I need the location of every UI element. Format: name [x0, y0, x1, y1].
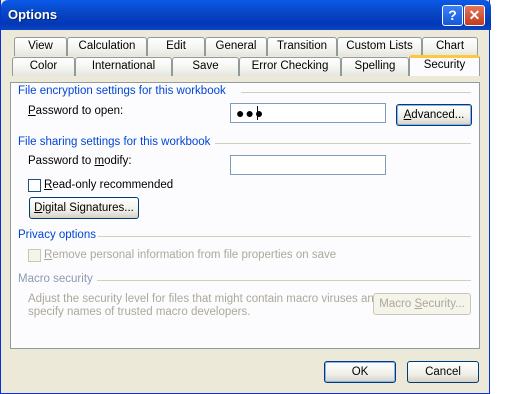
text-caret [257, 106, 258, 120]
tab-spelling[interactable]: Spelling [341, 57, 409, 76]
tab-edit[interactable]: Edit [147, 37, 205, 56]
remove-info-label: Remove personal information from file pr… [44, 249, 337, 261]
macro-security-button[interactable]: Macro Security... [373, 293, 471, 315]
tab-error-checking[interactable]: Error Checking [239, 57, 341, 76]
macro-section-title: Macro security [18, 273, 93, 285]
tab-calculation[interactable]: Calculation [67, 37, 147, 56]
tab-save[interactable]: Save [172, 57, 239, 76]
encryption-section-title: File encryption settings for this workbo… [18, 85, 226, 97]
section-divider [97, 280, 471, 281]
window-title: Options [8, 7, 58, 22]
tab-general[interactable]: General [205, 37, 267, 56]
ok-button[interactable]: OK [324, 361, 396, 383]
digital-signatures-button[interactable]: Digital Signatures... [29, 197, 139, 219]
section-divider [241, 92, 471, 93]
read-only-label[interactable]: Read-only recommended [44, 179, 173, 191]
help-button[interactable]: ? [442, 5, 463, 26]
section-divider [98, 236, 471, 237]
tab-custom-lists[interactable]: Custom Lists [337, 37, 422, 56]
privacy-section-title: Privacy options [18, 229, 96, 241]
password-open-value: ●●● [236, 105, 265, 121]
password-open-input[interactable]: ●●● [230, 103, 386, 123]
read-only-checkbox[interactable] [28, 179, 41, 192]
cancel-button[interactable]: Cancel [407, 361, 479, 383]
password-open-label: Password to open: [28, 105, 124, 117]
tab-chart[interactable]: Chart [422, 37, 478, 56]
tab-transition[interactable]: Transition [267, 37, 337, 56]
section-divider [215, 143, 471, 144]
remove-info-checkbox[interactable] [28, 249, 41, 262]
macro-description-line1: Adjust the security level for files that… [28, 293, 381, 305]
title-bar[interactable]: Options ? ✕ [1, 0, 491, 30]
tab-security[interactable]: Security [409, 55, 480, 76]
macro-description-line2: specify names of trusted macro developer… [28, 306, 251, 318]
advanced-button[interactable]: Advanced... [396, 104, 472, 126]
tab-view[interactable]: View [14, 37, 67, 56]
tab-color[interactable]: Color [12, 57, 75, 76]
tab-international[interactable]: International [75, 57, 172, 76]
close-button[interactable]: ✕ [464, 5, 485, 26]
password-modify-label: Password to modify: [28, 155, 132, 167]
password-modify-input[interactable] [230, 155, 386, 175]
sharing-section-title: File sharing settings for this workbook [18, 136, 211, 148]
options-dialog: Options ? ✕ View Calculation Edit Genera… [0, 0, 491, 394]
